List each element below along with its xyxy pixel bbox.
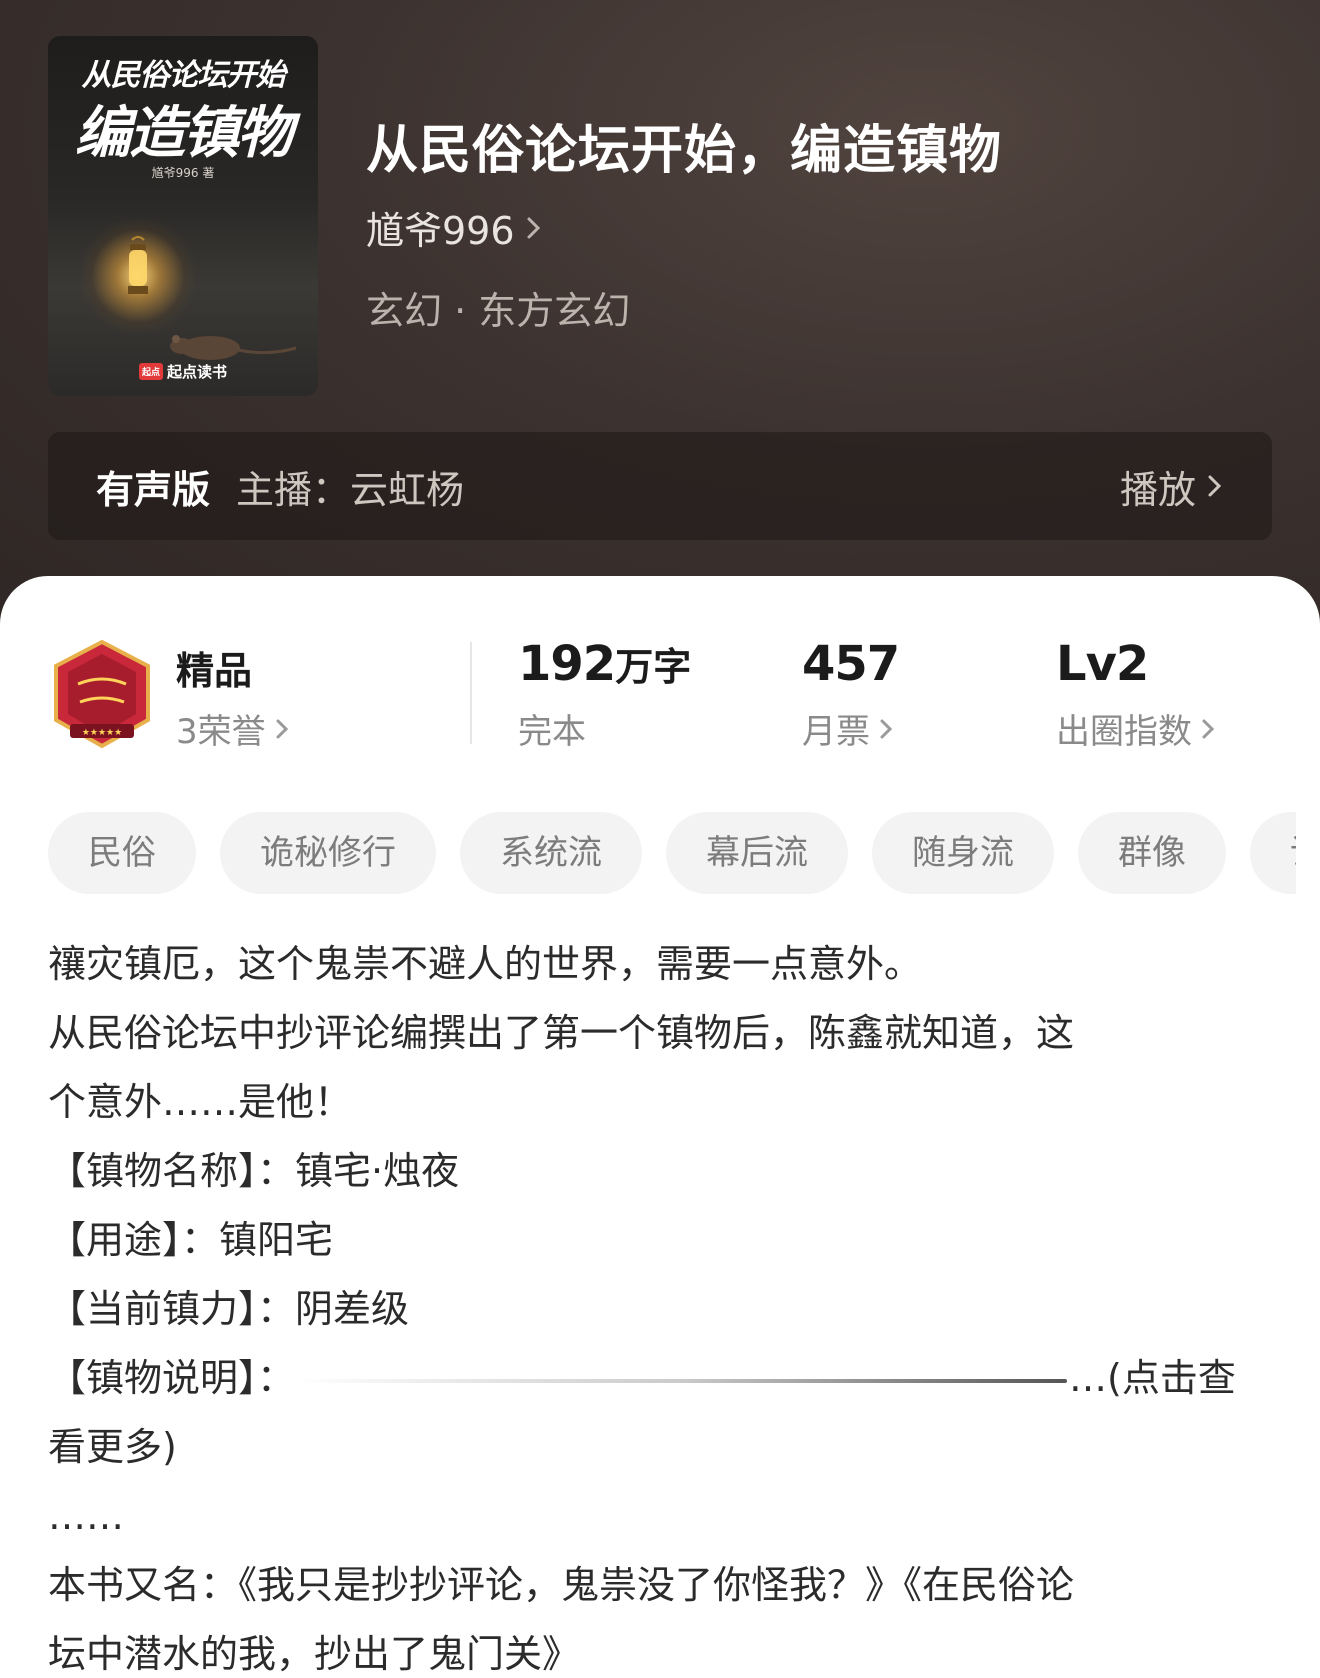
word-count-unit: 万字 [615, 645, 692, 689]
tag-chip[interactable]: 诡秘修行 [220, 812, 436, 894]
book-header: 从民俗论坛开始 编造镇物 馗爷996 著 起点 起点读书 从民俗论坛开始，编造镇物… [0, 0, 1320, 640]
svg-text:★★★★★: ★★★★★ [82, 728, 122, 738]
expand-more-link[interactable]: …(点击查 [1069, 1356, 1236, 1400]
synopsis-line: 禳灾镇厄，这个鬼祟不避人的世界，需要一点意外。 [48, 942, 923, 986]
cover-title-line2: 编造镇物 [75, 101, 293, 166]
alias-line: 本书又名：《我只是抄抄评论，鬼祟没了你怪我？》《在民俗论 [48, 1563, 1075, 1607]
chevron-right-icon [1208, 475, 1222, 497]
cover-author: 馗爷996 著 [151, 166, 215, 180]
synopsis-line-description: 【镇物说明】： …(点击查 [48, 1344, 1272, 1413]
chevron-right-icon [880, 719, 893, 738]
description-label: 【镇物说明】： [48, 1356, 296, 1400]
brand-mark: 起点 [138, 363, 163, 380]
lantern-icon [128, 236, 148, 294]
honors-link[interactable]: 3荣誉 [176, 704, 290, 753]
tag-chip[interactable]: 群像 [1078, 812, 1226, 894]
play-label: 播放 [1119, 467, 1196, 512]
audiobook-bar[interactable]: 有声版 主播：云虹杨 播放 [48, 432, 1272, 540]
rat-illustration [170, 335, 297, 360]
cover-brand: 起点 起点读书 [48, 361, 318, 382]
tag-chip[interactable]: 系统流 [460, 812, 642, 894]
book-cover[interactable]: 从民俗论坛开始 编造镇物 馗爷996 著 起点 起点读书 [48, 36, 318, 396]
chevron-right-icon [276, 719, 288, 738]
tag-chip[interactable]: 随身流 [872, 812, 1054, 894]
synopsis-line: 【当前镇力】：阴差级 [48, 1287, 410, 1331]
brand-name: 起点读书 [167, 363, 228, 381]
chevron-right-icon [1202, 719, 1215, 738]
audiobook-host: 主播：云虹杨 [236, 467, 465, 512]
synopsis-ellipsis: …… [48, 1494, 124, 1538]
stats-divider [470, 642, 472, 744]
play-button[interactable]: 播放 [1120, 459, 1224, 514]
redacted-text [297, 1378, 1068, 1383]
popularity-index-link[interactable]: 出圈指数 [1056, 704, 1216, 753]
synopsis-line: 个意外……是他！ [48, 1080, 353, 1124]
genre-label[interactable]: 玄幻 · 东方玄幻 [366, 280, 630, 335]
author-link[interactable]: 馗爷996 [366, 200, 543, 255]
monthly-tickets-value: 457 [802, 636, 900, 692]
book-title: 从民俗论坛开始，编造镇物 [366, 121, 1003, 181]
author-name: 馗爷996 [366, 209, 515, 253]
monthly-tickets-label: 月票 [802, 712, 870, 752]
completion-status: 完本 [518, 704, 586, 753]
alias-line: 坛中潜水的我，抄出了鬼门关》 [48, 1632, 581, 1676]
monthly-tickets: 457 [802, 636, 900, 692]
popularity-level: Lv2 [1056, 636, 1149, 692]
popularity-level-value: Lv2 [1056, 636, 1149, 692]
completion-label: 完本 [518, 712, 586, 752]
monthly-tickets-link[interactable]: 月票 [802, 704, 894, 753]
tag-chip[interactable]: 民俗 [48, 812, 196, 894]
expand-more-link-cont[interactable]: 看更多) [48, 1413, 1272, 1482]
synopsis-line: 从民俗论坛中抄评论编撰出了第一个镇物后，陈鑫就知道，这 [48, 1011, 1075, 1055]
tag-chip[interactable]: 幕后流 [666, 812, 848, 894]
honors-label: 3荣誉 [176, 712, 266, 752]
book-synopsis[interactable]: 禳灾镇厄，这个鬼祟不避人的世界，需要一点意外。 从民俗论坛中抄评论编撰出了第一个… [48, 930, 1272, 1678]
premium-channel-badge-icon: ★★★★★ [54, 640, 150, 749]
synopsis-line: 【镇物名称】：镇宅·烛夜 [48, 1149, 460, 1193]
quality-title: 精品 [176, 649, 253, 693]
chevron-right-icon [527, 217, 540, 238]
word-count-value: 192 [518, 636, 616, 692]
synopsis-line: 【用途】：镇阳宅 [48, 1218, 334, 1262]
popularity-index-label: 出圈指数 [1056, 712, 1192, 752]
tag-chip[interactable]: 诡 [1250, 812, 1296, 894]
word-count: 192万字 [518, 636, 691, 692]
tag-list: 民俗诡秘修行系统流幕后流随身流群像诡 [48, 812, 1296, 894]
audiobook-label: 有声版 [96, 467, 211, 512]
